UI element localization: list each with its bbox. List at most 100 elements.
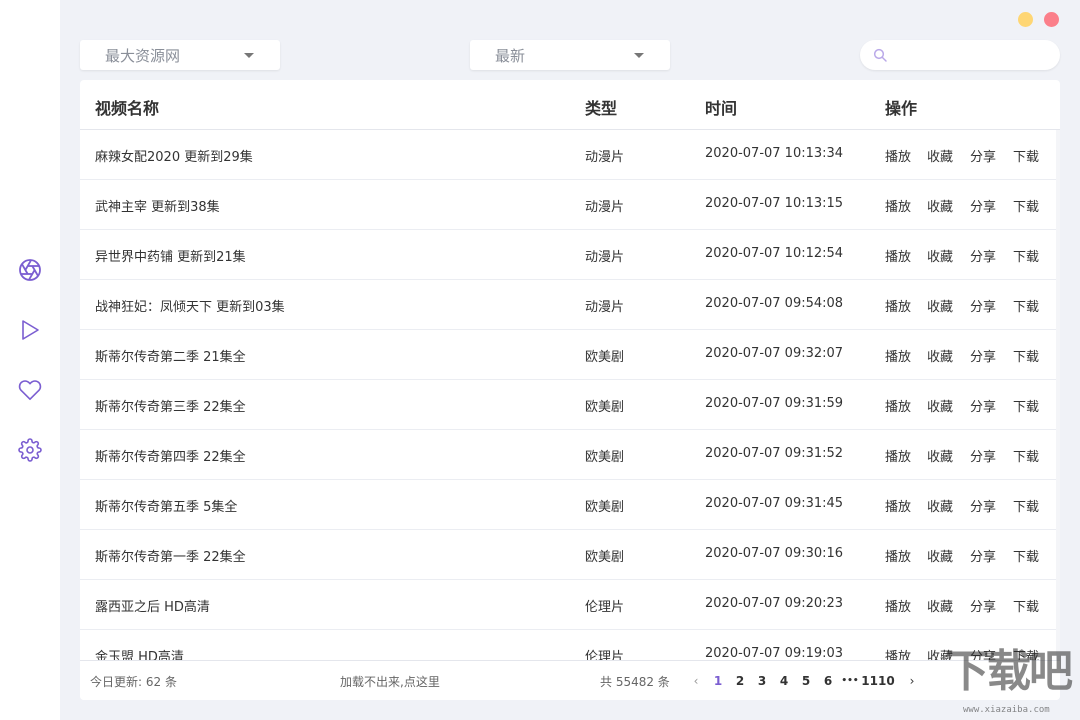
share-button[interactable]: 分享 [970, 646, 996, 660]
table-row[interactable]: 异世界中药铺 更新到21集 动漫片 2020-07-07 10:12:54 播放 收藏分… [80, 230, 1056, 280]
next-page-button[interactable]: › [901, 674, 923, 688]
video-name: 斯蒂尔传奇第四季 22集全 [95, 450, 246, 465]
play-button[interactable]: 播放 [885, 246, 911, 265]
favorite-button[interactable]: 收藏 [927, 446, 953, 465]
page-button[interactable]: 4 [773, 674, 795, 688]
play-button[interactable]: 播放 [885, 296, 911, 315]
pagination: ‹ 1 2 3 4 5 6 ••• 1110 › [685, 671, 923, 691]
prev-page-button[interactable]: ‹ [685, 674, 707, 688]
video-type: 欧美剧 [585, 450, 625, 465]
download-button[interactable]: 下载 [1013, 146, 1039, 165]
download-button[interactable]: 下载 [1013, 246, 1039, 265]
source-select[interactable]: 最大资源网 [80, 40, 280, 70]
play-button[interactable]: 播放 [885, 646, 911, 660]
table-row[interactable]: 斯蒂尔传奇第四季 22集全 欧美剧 2020-07-07 09:31:52 播放 收藏分… [80, 430, 1056, 480]
share-button[interactable]: 分享 [970, 546, 996, 565]
table-row[interactable]: 斯蒂尔传奇第三季 22集全 欧美剧 2020-07-07 09:31:59 播放 收藏分… [80, 380, 1056, 430]
source-select-value: 最大资源网 [105, 46, 181, 65]
share-button[interactable]: 分享 [970, 446, 996, 465]
play-button[interactable]: 播放 [885, 546, 911, 565]
close-button[interactable] [1044, 12, 1059, 27]
favorite-button[interactable]: 收藏 [927, 296, 953, 315]
download-button[interactable]: 下载 [1013, 396, 1039, 415]
scrollbar[interactable] [1056, 130, 1060, 660]
sort-select[interactable]: 最新 [470, 40, 670, 70]
chevron-down-icon [244, 53, 254, 58]
favorite-button[interactable]: 收藏 [927, 496, 953, 515]
video-time: 2020-07-07 10:13:34 [705, 146, 844, 161]
download-button[interactable]: 下载 [1013, 496, 1039, 515]
share-button[interactable]: 分享 [970, 246, 996, 265]
favorite-button[interactable]: 收藏 [927, 546, 953, 565]
video-time: 2020-07-07 09:31:45 [705, 496, 844, 511]
favorite-button[interactable]: 收藏 [927, 646, 953, 660]
download-button[interactable]: 下载 [1013, 546, 1039, 565]
play-button[interactable]: 播放 [885, 596, 911, 615]
sidebar-item-favorites[interactable] [0, 370, 60, 410]
video-name: 露西亚之后 HD高清 [95, 600, 210, 615]
video-type: 欧美剧 [585, 400, 625, 415]
reload-link[interactable]: 加载不出来,点这里 [340, 673, 440, 690]
share-button[interactable]: 分享 [970, 196, 996, 215]
share-button[interactable]: 分享 [970, 396, 996, 415]
share-button[interactable]: 分享 [970, 346, 996, 365]
today-updates: 今日更新: 62 条 [90, 675, 177, 689]
video-type: 伦理片 [585, 600, 625, 615]
download-button[interactable]: 下载 [1013, 646, 1039, 660]
header-time: 时间 [705, 99, 738, 118]
download-button[interactable]: 下载 [1013, 296, 1039, 315]
sort-select-value: 最新 [495, 46, 526, 65]
page-button[interactable]: 3 [751, 674, 773, 688]
last-page-button[interactable]: 1110 [861, 674, 895, 688]
download-button[interactable]: 下载 [1013, 196, 1039, 215]
favorite-button[interactable]: 收藏 [927, 146, 953, 165]
play-button[interactable]: 播放 [885, 396, 911, 415]
page-button[interactable]: 5 [795, 674, 817, 688]
play-button[interactable]: 播放 [885, 496, 911, 515]
search-box [860, 40, 1060, 70]
video-time: 2020-07-07 10:13:15 [705, 196, 844, 211]
play-button[interactable]: 播放 [885, 196, 911, 215]
favorite-button[interactable]: 收藏 [927, 196, 953, 215]
sidebar-item-settings[interactable] [0, 430, 60, 470]
video-name: 斯蒂尔传奇第五季 5集全 [95, 500, 238, 515]
video-type: 欧美剧 [585, 500, 625, 515]
table-row[interactable]: 金玉盟 HD高清 伦理片 2020-07-07 09:19:03 播放 收藏 分享 下载 [80, 630, 1056, 660]
table-row[interactable]: 斯蒂尔传奇第一季 22集全 欧美剧 2020-07-07 09:30:16 播放 收藏分… [80, 530, 1056, 580]
download-button[interactable]: 下载 [1013, 346, 1039, 365]
table-row[interactable]: 斯蒂尔传奇第二季 21集全 欧美剧 2020-07-07 09:32:07 播放 收藏分… [80, 330, 1056, 380]
video-time: 2020-07-07 09:31:59 [705, 396, 844, 411]
download-button[interactable]: 下载 [1013, 596, 1039, 615]
video-time: 2020-07-07 09:31:52 [705, 446, 844, 461]
sidebar-item-play[interactable] [0, 310, 60, 350]
video-type: 欧美剧 [585, 550, 625, 565]
play-button[interactable]: 播放 [885, 146, 911, 165]
share-button[interactable]: 分享 [970, 296, 996, 315]
table-body: 麻辣女配2020 更新到29集 动漫片 2020-07-07 10:13:34 播放收… [80, 130, 1060, 660]
video-type: 动漫片 [585, 200, 625, 215]
share-button[interactable]: 分享 [970, 596, 996, 615]
table-row[interactable]: 战神狂妃：凤倾天下 更新到03集 动漫片 2020-07-07 09:54:08 播放… [80, 280, 1056, 330]
favorite-button[interactable]: 收藏 [927, 396, 953, 415]
sidebar-item-discover[interactable] [0, 250, 60, 290]
page-button[interactable]: 1 [707, 674, 729, 688]
page-ellipsis[interactable]: ••• [839, 676, 861, 686]
download-button[interactable]: 下载 [1013, 446, 1039, 465]
table-row[interactable]: 露西亚之后 HD高清 伦理片 2020-07-07 09:20:23 播放 收藏 分享 下载 [80, 580, 1056, 630]
favorite-button[interactable]: 收藏 [927, 596, 953, 615]
minimize-button[interactable] [1018, 12, 1033, 27]
share-button[interactable]: 分享 [970, 496, 996, 515]
page-button[interactable]: 2 [729, 674, 751, 688]
play-button[interactable]: 播放 [885, 446, 911, 465]
search-input[interactable] [894, 42, 1054, 68]
play-button[interactable]: 播放 [885, 346, 911, 365]
watermark-url: www.xiazaiba.com [963, 705, 1050, 715]
share-button[interactable]: 分享 [970, 146, 996, 165]
video-time: 2020-07-07 09:32:07 [705, 346, 844, 361]
table-row[interactable]: 麻辣女配2020 更新到29集 动漫片 2020-07-07 10:13:34 播放收… [80, 130, 1056, 180]
favorite-button[interactable]: 收藏 [927, 346, 953, 365]
table-row[interactable]: 斯蒂尔传奇第五季 5集全 欧美剧 2020-07-07 09:31:45 播放 收藏 分享… [80, 480, 1056, 530]
favorite-button[interactable]: 收藏 [927, 246, 953, 265]
page-button[interactable]: 6 [817, 674, 839, 688]
table-row[interactable]: 武神主宰 更新到38集 动漫片 2020-07-07 10:13:15 播放 收藏 分享下… [80, 180, 1056, 230]
